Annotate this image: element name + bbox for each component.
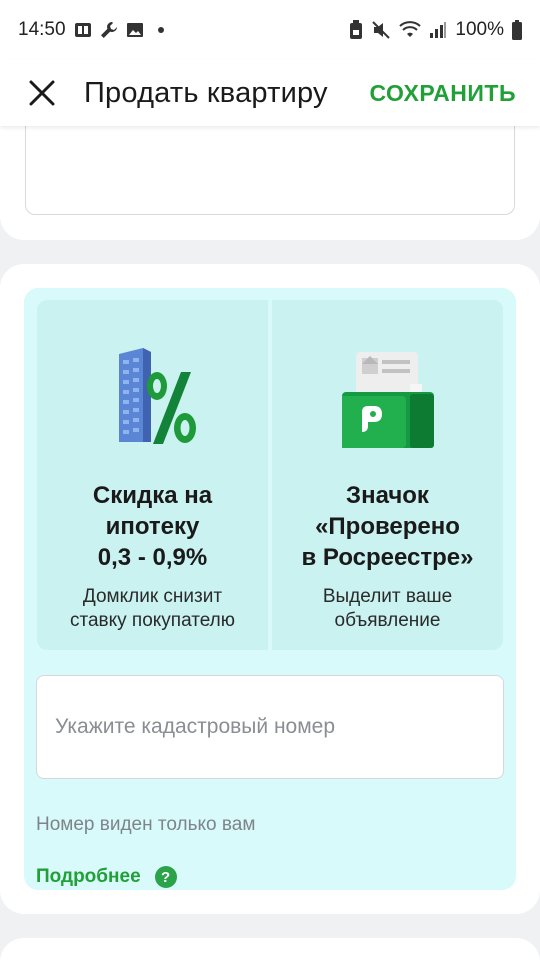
verified-folder-illustration — [341, 352, 434, 448]
image-icon — [126, 21, 144, 39]
cadastral-number-input[interactable] — [36, 675, 504, 779]
status-time: 14:50 — [18, 19, 66, 40]
helper-text: Номер виден только вам — [36, 814, 256, 835]
feature-mortgage-discount: Скидка на ипотеку 0,3 - 0,9% Домклик сни… — [37, 300, 268, 650]
page-title: Продать квартиру — [84, 76, 328, 109]
building-percent-illustration — [118, 348, 196, 444]
mute-icon — [371, 20, 391, 40]
wrench-icon — [100, 21, 118, 39]
more-info-label[interactable]: Подробнее — [36, 866, 141, 888]
description-textarea[interactable] — [25, 126, 515, 215]
close-button[interactable] — [19, 70, 65, 116]
wifi-icon — [399, 21, 422, 39]
feature-description: Домклик снизит ставку покупателю — [69, 586, 236, 631]
status-right: 100% — [349, 19, 522, 41]
features-row: Скидка на ипотеку 0,3 - 0,9% Домклик сни… — [37, 300, 503, 650]
feature-description: Выделит ваше объявление — [322, 586, 453, 631]
battery-percent: 100% — [455, 19, 504, 40]
more-info-link[interactable]: Подробнее ? — [36, 866, 177, 888]
app-bar: Продать квартиру СОХРАНИТЬ — [0, 60, 540, 126]
next-card — [0, 938, 540, 960]
app-icon — [74, 21, 92, 39]
lock-battery-icon — [349, 20, 363, 40]
battery-icon — [512, 20, 522, 40]
description-card — [0, 126, 540, 240]
save-button[interactable]: СОХРАНИТЬ — [369, 80, 516, 107]
status-bar: 14:50 100% — [0, 0, 540, 60]
feature-title: Скидка на ипотеку 0,3 - 0,9% — [92, 482, 213, 571]
cadastral-card: Скидка на ипотеку 0,3 - 0,9% Домклик сни… — [0, 264, 540, 914]
help-icon[interactable]: ? — [154, 866, 177, 888]
close-icon — [29, 80, 55, 106]
signal-icon — [429, 21, 447, 39]
feature-verified-badge: Значок «Проверено в Росреестре» Выделит … — [272, 300, 503, 650]
dot-icon — [157, 27, 164, 33]
status-left: 14:50 — [18, 19, 164, 41]
promo-block: Скидка на ипотеку 0,3 - 0,9% Домклик сни… — [24, 288, 516, 890]
feature-title: Значок «Проверено в Росреестре» — [301, 482, 474, 571]
